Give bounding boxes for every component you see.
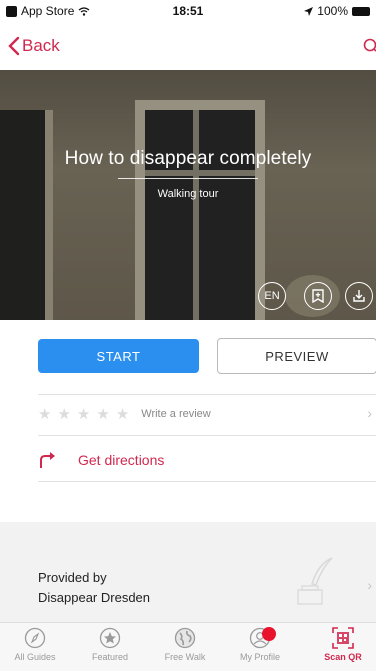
star-icon[interactable]: ★: [38, 405, 51, 423]
chevron-right-icon: ›: [367, 405, 372, 421]
status-bar: App Store 18:51 100%: [0, 0, 376, 22]
provider-name: Disappear Dresden: [38, 590, 151, 605]
qr-icon: [332, 627, 354, 649]
compass-icon: [24, 627, 46, 649]
title-divider: [118, 178, 258, 179]
battery-percent: 100%: [317, 4, 348, 18]
battery-icon: [352, 6, 370, 16]
star-icon[interactable]: ★: [77, 405, 90, 423]
nav-bar: Back: [0, 24, 376, 70]
get-directions-label: Get directions: [78, 452, 165, 468]
tab-label: All Guides: [14, 652, 56, 662]
back-label: Back: [22, 36, 60, 55]
bookmark-icon: [312, 289, 324, 303]
tour-title: How to disappear completely: [64, 148, 312, 169]
tab-all-guides[interactable]: All Guides: [0, 627, 73, 671]
get-directions-row[interactable]: Get directions: [38, 446, 376, 474]
provided-by-label: Provided by: [38, 570, 107, 585]
divider: [38, 481, 376, 482]
back-button[interactable]: Back: [8, 36, 60, 56]
tab-label: My Profile: [239, 652, 280, 662]
star-icon[interactable]: ★: [116, 405, 129, 423]
download-button[interactable]: [345, 282, 373, 310]
bookmark-button[interactable]: [304, 282, 332, 310]
tab-label: Free Walk: [164, 652, 206, 662]
chevron-left-icon: [8, 36, 20, 56]
tab-scan-qr[interactable]: Scan QR: [305, 627, 376, 671]
tab-label: Scan QR: [324, 652, 362, 662]
preview-button[interactable]: PREVIEW: [217, 338, 376, 374]
status-right: 100%: [304, 4, 370, 18]
language-button[interactable]: EN: [258, 282, 286, 310]
star-icon[interactable]: ★: [96, 405, 109, 423]
tour-type: Walking tour: [157, 188, 219, 200]
directions-arrow-icon: [40, 452, 55, 468]
download-icon: [353, 290, 365, 302]
notification-badge: [262, 627, 276, 641]
write-review-row[interactable]: ★ ★ ★ ★ ★ Write a review ›: [38, 402, 376, 426]
tour-cover-image: How to disappear completely Walking tour…: [0, 70, 376, 320]
star-icon: [99, 627, 121, 649]
tab-label: Featured: [91, 652, 129, 662]
search-button[interactable]: [362, 38, 376, 59]
tab-my-profile[interactable]: My Profile: [222, 627, 298, 671]
search-icon: [363, 38, 376, 52]
tab-free-walk[interactable]: Free Walk: [147, 627, 223, 671]
location-arrow-icon: [304, 6, 314, 16]
star-icon[interactable]: ★: [57, 405, 70, 423]
write-review-label: Write a review: [141, 408, 211, 420]
start-button[interactable]: START: [38, 339, 199, 373]
divider: [38, 394, 376, 395]
tab-bar: All Guides Featured Free Walk My Profile: [0, 622, 376, 671]
divider: [38, 435, 376, 436]
globe-icon: [174, 627, 196, 649]
provider-section[interactable]: Provided by Disappear Dresden ›: [0, 522, 376, 622]
chevron-right-icon: ›: [367, 577, 372, 593]
rating-stars[interactable]: ★ ★ ★ ★ ★: [38, 405, 129, 423]
tab-featured[interactable]: Featured: [72, 627, 148, 671]
quill-ink-icon: [297, 557, 333, 605]
